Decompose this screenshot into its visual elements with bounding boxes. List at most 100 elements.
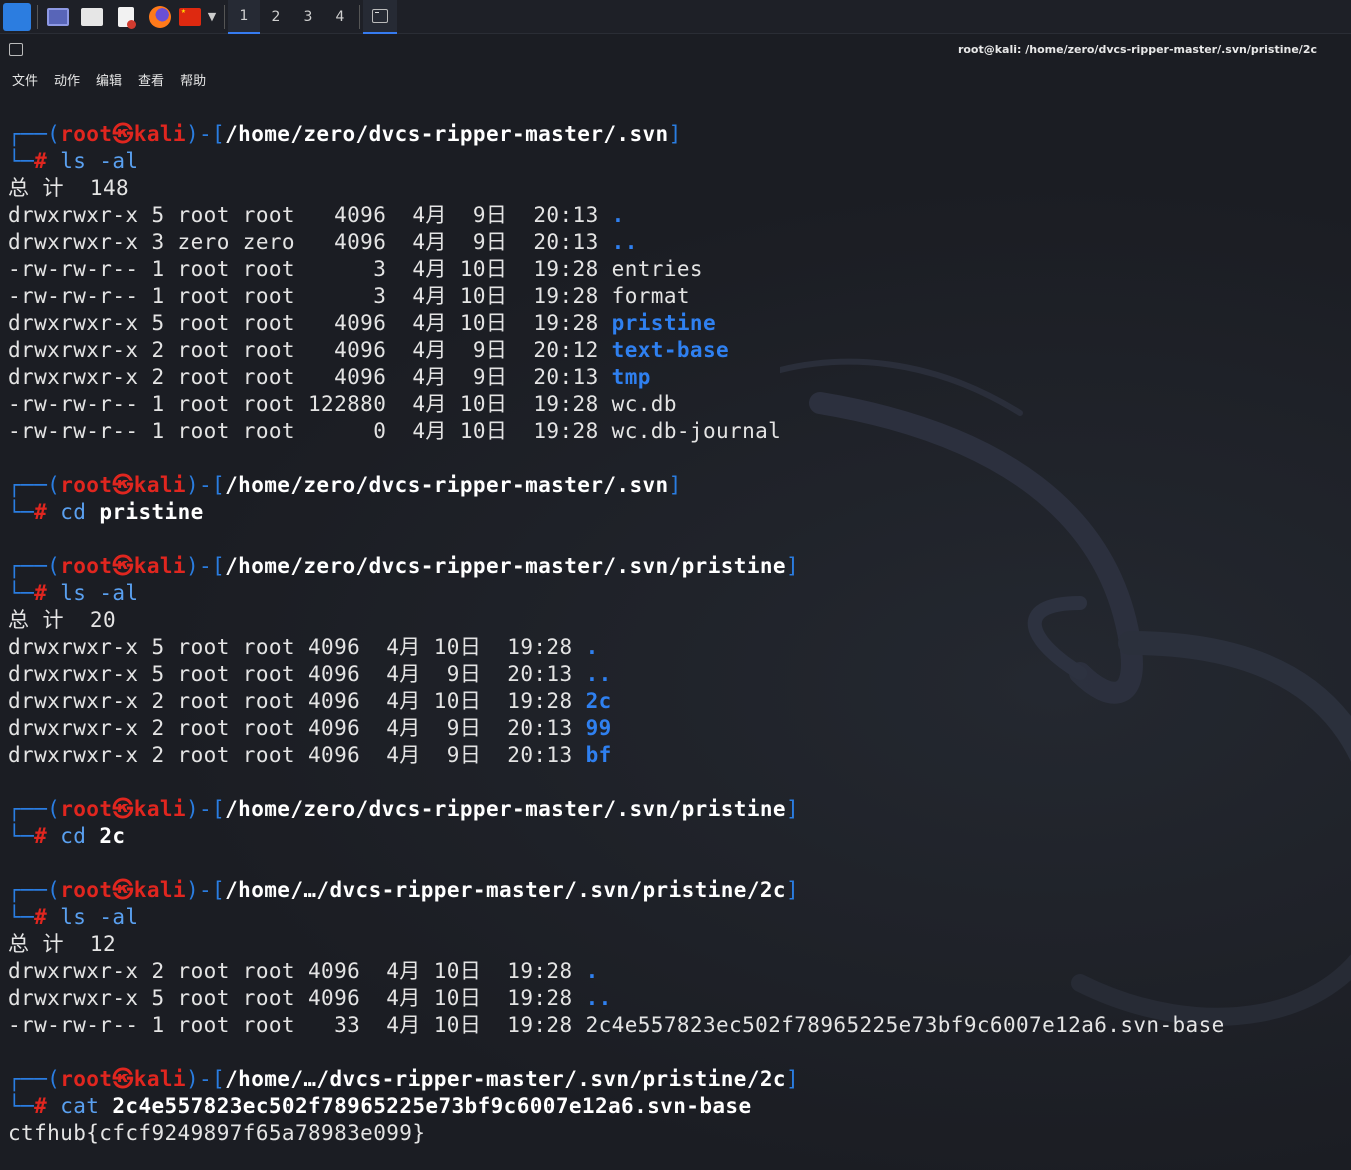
file-manager-launcher[interactable] xyxy=(75,0,109,34)
prompt-frame-top: ┌──( xyxy=(8,797,61,821)
window-title: root@kali: /home/zero/dvcs-ripper-master… xyxy=(957,43,1317,56)
kali-menu-button[interactable] xyxy=(0,0,34,34)
flag-launcher[interactable] xyxy=(177,0,203,34)
dir-entry: .. xyxy=(585,662,612,686)
prompt-line: ┌──(root㉿kali)-[/home/…/dvcs-ripper-mast… xyxy=(8,1066,799,1093)
file-entry: 2c4e557823ec502f78965225e73bf9c6007e12a6… xyxy=(585,1013,1225,1037)
prompt-bracket: )-[ xyxy=(185,797,226,821)
prompt-path: /home/zero/dvcs-ripper-master/.svn xyxy=(225,122,669,146)
dir-entry: . xyxy=(611,203,625,227)
command-arg: -al xyxy=(99,581,139,605)
prompt-frame-bottom: └─ xyxy=(8,905,35,929)
menu-item-2[interactable]: 编辑 xyxy=(96,70,122,89)
output-line: drwxrwxr-x 2 root root 4096 4月 9日 20:13 … xyxy=(8,364,651,391)
firefox-launcher[interactable] xyxy=(143,0,177,34)
output-line: 总 计 12 xyxy=(8,931,116,958)
command-line: └─# ls -al xyxy=(8,580,138,607)
command-line: └─# ls -al xyxy=(8,904,138,931)
prompt-user: root xyxy=(60,122,113,146)
prompt-skull-icon: ㉿ xyxy=(112,1067,134,1091)
file-entry: wc.db xyxy=(611,392,677,416)
file-entry: format xyxy=(611,284,690,308)
prompt-hash: # xyxy=(34,1094,61,1118)
prompt-host: kali xyxy=(133,878,186,902)
prompt-host: kali xyxy=(133,554,186,578)
command-name: cd xyxy=(60,824,100,848)
text-editor-launcher[interactable] xyxy=(109,0,143,34)
dir-entry: text-base xyxy=(611,338,730,362)
prompt-path: /home/zero/dvcs-ripper-master/.svn/prist… xyxy=(225,554,786,578)
window-titlebar[interactable]: root@kali: /home/zero/dvcs-ripper-master… xyxy=(0,35,1351,65)
file-manager-icon xyxy=(81,7,103,26)
prompt-path: /home/…/dvcs-ripper-master/.svn/pristine… xyxy=(225,1067,786,1091)
prompt-line: ┌──(root㉿kali)-[/home/zero/dvcs-ripper-m… xyxy=(8,553,799,580)
firefox-icon xyxy=(149,5,171,28)
command-arg: -al xyxy=(99,149,139,173)
dir-entry: .. xyxy=(611,230,638,254)
command-line: └─# cd pristine xyxy=(8,499,204,526)
workspace-4[interactable]: 4 xyxy=(324,0,356,34)
prompt-line: ┌──(root㉿kali)-[/home/zero/dvcs-ripper-m… xyxy=(8,121,682,148)
output-line: drwxrwxr-x 5 root root 4096 4月 10日 19:28… xyxy=(8,310,716,337)
terminal-output[interactable]: ┌──(root㉿kali)-[/home/zero/dvcs-ripper-m… xyxy=(0,93,1351,1170)
prompt-user: root xyxy=(60,473,113,497)
command-arg: 2c4e557823ec502f78965225e73bf9c6007e12a6… xyxy=(112,1094,752,1118)
prompt-frame-bottom: └─ xyxy=(8,500,35,524)
workspace-switcher: 1234 xyxy=(228,0,356,34)
menu-item-0[interactable]: 文件 xyxy=(12,70,38,89)
output-line: drwxrwxr-x 2 root root 4096 4月 10日 19:28… xyxy=(8,958,599,985)
prompt-frame-top: ┌──( xyxy=(8,878,61,902)
prompt-bracket: )-[ xyxy=(185,1067,226,1091)
terminal-task-icon xyxy=(372,8,388,23)
menu-item-4[interactable]: 帮助 xyxy=(180,70,206,89)
prompt-line: ┌──(root㉿kali)-[/home/zero/dvcs-ripper-m… xyxy=(8,472,682,499)
prompt-host: kali xyxy=(133,797,186,821)
output-line: drwxrwxr-x 5 root root 4096 4月 10日 19:28… xyxy=(8,985,612,1012)
file-entry: entries xyxy=(611,257,703,281)
terminal-task-button[interactable] xyxy=(363,0,397,34)
kali-dragon-watermark xyxy=(780,358,1351,1026)
dir-entry: 2c xyxy=(585,689,612,713)
workspace-2[interactable]: 2 xyxy=(260,0,292,34)
file-entry: wc.db-journal xyxy=(611,419,782,443)
menu-bar: 文件 动作 编辑 查看 帮助 xyxy=(0,65,1351,93)
dir-entry: 99 xyxy=(585,716,612,740)
command-arg: -al xyxy=(99,905,139,929)
output-text: drwxrwxr-x 3 zero zero 4096 4月 9日 20:13 xyxy=(8,230,612,254)
top-panel: ▼ 1234 xyxy=(0,0,1351,34)
flag-icon xyxy=(179,6,201,26)
menu-item-3[interactable]: 查看 xyxy=(138,70,164,89)
prompt-bracket: ] xyxy=(785,1067,800,1091)
panel-separator xyxy=(37,4,38,29)
terminal-launcher[interactable] xyxy=(41,0,75,34)
output-line: drwxrwxr-x 2 root root 4096 4月 9日 20:13 … xyxy=(8,715,612,742)
output-line: drwxrwxr-x 2 root root 4096 4月 9日 20:13 … xyxy=(8,742,612,769)
prompt-bracket: )-[ xyxy=(185,473,226,497)
prompt-bracket: )-[ xyxy=(185,122,226,146)
output-text: drwxrwxr-x 5 root root 4096 4月 10日 19:28 xyxy=(8,311,612,335)
menu-item-1[interactable]: 动作 xyxy=(54,70,80,89)
prompt-bracket: ] xyxy=(668,473,682,497)
output-line: -rw-rw-r-- 1 root root 122880 4月 10日 19:… xyxy=(8,391,677,418)
prompt-frame-bottom: └─ xyxy=(8,149,35,173)
output-text: 总 计 148 xyxy=(8,176,130,200)
workspace-3[interactable]: 3 xyxy=(292,0,324,34)
prompt-bracket: ] xyxy=(668,122,682,146)
output-line: 总 计 148 xyxy=(8,175,129,202)
workspace-1[interactable]: 1 xyxy=(228,0,260,34)
command-name: cd xyxy=(60,500,100,524)
prompt-skull-icon: ㉿ xyxy=(112,473,134,497)
prompt-skull-icon: ㉿ xyxy=(112,554,134,578)
prompt-bracket: )-[ xyxy=(185,554,226,578)
prompt-frame-bottom: └─ xyxy=(8,824,35,848)
prompt-host: kali xyxy=(133,122,186,146)
prompt-bracket: ] xyxy=(785,554,800,578)
dir-entry: .. xyxy=(585,986,612,1010)
output-text: -rw-rw-r-- 1 root root 3 4月 10日 19:28 xyxy=(8,257,612,281)
output-text: drwxrwxr-x 2 root root 4096 4月 9日 20:12 xyxy=(8,338,612,362)
chevron-down-icon[interactable]: ▼ xyxy=(203,10,221,23)
output-text: drwxrwxr-x 5 root root 4096 4月 9日 20:13 xyxy=(8,662,586,686)
command-arg: pristine xyxy=(99,500,204,524)
output-text: drwxrwxr-x 2 root root 4096 4月 10日 19:28 xyxy=(8,689,586,713)
terminal-icon xyxy=(47,7,69,26)
